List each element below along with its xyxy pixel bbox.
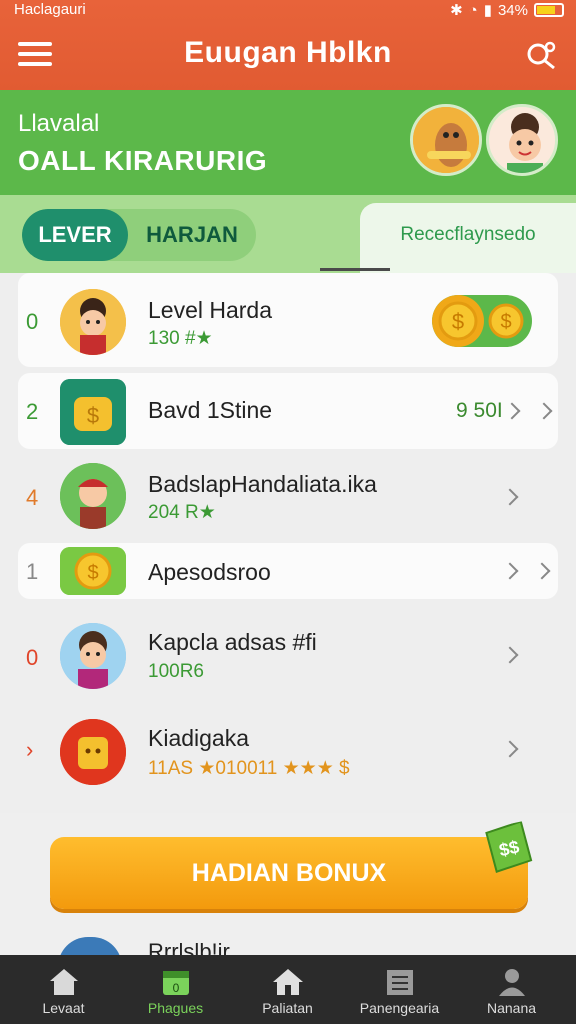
rank-label: › bbox=[26, 737, 34, 762]
svg-text:$: $ bbox=[87, 403, 99, 428]
item-stats: 11AS ★010011 ★★★ $ bbox=[148, 758, 350, 779]
nav-label: Levaat bbox=[42, 1000, 85, 1016]
item-name: Bavd 1Stine bbox=[148, 397, 273, 423]
signal-icon: ▮ bbox=[483, 2, 492, 19]
house-icon bbox=[273, 969, 303, 995]
list-item[interactable]: 2 $ Bavd 1Stine 9 50I bbox=[18, 373, 558, 449]
bonus-section: HADIAN BONUX $$ Rrrlslb!ir bbox=[0, 813, 576, 967]
tab-harjan[interactable]: HARJAN bbox=[128, 209, 256, 261]
svg-text:$: $ bbox=[500, 311, 511, 333]
item-name: Kapcla adsas #fi bbox=[148, 629, 317, 655]
search-button[interactable] bbox=[524, 38, 560, 74]
nav-label: Panengearia bbox=[359, 1000, 440, 1016]
treasure-icon bbox=[60, 719, 126, 785]
money-bag-icon: $ bbox=[60, 379, 126, 445]
list-item[interactable]: 0 Kapcla adsas #fi 100R6 bbox=[18, 613, 558, 699]
svg-text:$$: $$ bbox=[497, 837, 521, 861]
item-name: Level Harda bbox=[148, 297, 273, 323]
tab-indicator bbox=[320, 268, 390, 271]
chevron-right-icon[interactable] bbox=[533, 562, 551, 580]
leaderboard-list: 0 Level Harda 130 #★ $ $ 2 $ Bavd 1Stine… bbox=[0, 273, 576, 813]
nav-levaat[interactable]: Levaat bbox=[6, 955, 121, 1024]
item-name: Apesodsroo bbox=[148, 559, 271, 585]
tab-row: LEVER HARJAN Rececflaynsedo bbox=[0, 195, 576, 273]
nav-label: Phagues bbox=[147, 1000, 204, 1016]
ninja-character-icon bbox=[60, 463, 126, 529]
svg-text:$: $ bbox=[87, 562, 98, 584]
chevron-right-icon[interactable] bbox=[535, 402, 553, 420]
app-title: Euugan Hblkn bbox=[184, 36, 392, 69]
nav-paliatan[interactable]: Paliatan bbox=[230, 955, 345, 1024]
mascot-avatar[interactable] bbox=[410, 104, 482, 176]
hero-banner: Llavalal OALL KIRARURIG bbox=[0, 90, 576, 195]
rank-label: 1 bbox=[26, 559, 39, 584]
cash-icon: $$ bbox=[485, 820, 533, 873]
list-item[interactable]: 4 BadslapHandaliata.ika 204 R★ bbox=[18, 457, 558, 541]
battery-percent: 34% bbox=[497, 1, 528, 19]
item-score: 9 50I bbox=[456, 399, 503, 422]
mascot-icon bbox=[413, 107, 479, 173]
nav-label: Nanana bbox=[486, 1000, 537, 1016]
wifi-icon: ◔ bbox=[468, 1, 478, 19]
user-avatar[interactable] bbox=[486, 104, 558, 176]
nav-panengearia[interactable]: Panengearia bbox=[342, 955, 457, 1024]
segmented-control: LEVER HARJAN bbox=[22, 209, 256, 261]
calendar-icon: 0 bbox=[163, 971, 189, 995]
chevron-right-icon bbox=[501, 562, 519, 580]
chevron-right-icon[interactable] bbox=[501, 740, 519, 758]
rank-label: 2 bbox=[26, 399, 39, 424]
item-stats: 100R6 bbox=[148, 661, 204, 682]
coin-icon: $ bbox=[60, 547, 126, 595]
hero-title: OALL KIRARURIG bbox=[18, 145, 268, 176]
tab-lever[interactable]: LEVER bbox=[22, 209, 128, 261]
search-icon bbox=[527, 41, 556, 70]
app-bar: Euugan Hblkn bbox=[0, 28, 576, 84]
chevron-right-icon[interactable] bbox=[501, 488, 519, 506]
boy-character-icon bbox=[60, 623, 126, 689]
item-name: BadslapHandaliata.ika bbox=[148, 471, 377, 497]
list-item[interactable]: 1 $ Apesodsroo bbox=[18, 543, 558, 599]
girl-character-icon bbox=[60, 289, 126, 355]
chevron-right-icon[interactable] bbox=[501, 646, 519, 664]
nav-phagues[interactable]: 0 Phagues bbox=[118, 955, 233, 1024]
list-item[interactable]: 0 Level Harda 130 #★ $ $ bbox=[18, 273, 558, 367]
bluetooth-icon: ✱ bbox=[450, 2, 463, 19]
bonus-button[interactable]: HADIAN BONUX bbox=[50, 837, 528, 909]
status-icons: ✱ ◔ ▮ 34% bbox=[450, 1, 564, 19]
item-name: Kiadigaka bbox=[148, 725, 250, 751]
svg-text:$: $ bbox=[452, 309, 464, 334]
svg-text:0: 0 bbox=[173, 981, 180, 995]
carrier-label: Haclagauri bbox=[14, 1, 86, 18]
bonus-badge: $$ bbox=[480, 820, 535, 876]
hero-subtitle: Llavalal bbox=[18, 110, 100, 137]
nav-label: Paliatan bbox=[262, 1000, 313, 1016]
coin-toggle[interactable]: $ $ bbox=[432, 295, 532, 347]
list-item[interactable]: › Kiadigaka 11AS ★010011 ★★★ $ bbox=[18, 709, 558, 795]
book-icon bbox=[387, 970, 413, 995]
tab-recent[interactable]: Rececflaynsedo bbox=[360, 203, 576, 273]
status-bar: Haclagauri ✱ ◔ ▮ 34% bbox=[0, 0, 576, 22]
bottom-nav: Levaat 0 Phagues Paliatan Panengearia Na… bbox=[0, 955, 576, 1024]
chevron-right-icon bbox=[503, 402, 521, 420]
item-stats: 204 R★ bbox=[148, 502, 216, 523]
rank-label: 0 bbox=[26, 645, 39, 670]
battery-icon bbox=[534, 3, 564, 17]
rank-label: 0 bbox=[26, 309, 39, 334]
nav-nanana[interactable]: Nanana bbox=[454, 955, 569, 1024]
girl-avatar-icon bbox=[489, 107, 555, 173]
rank-label: 4 bbox=[26, 485, 39, 510]
item-stats: 130 #★ bbox=[148, 328, 213, 349]
header: Haclagauri ✱ ◔ ▮ 34% Euugan Hblkn bbox=[0, 0, 576, 90]
profile-icon bbox=[499, 969, 525, 996]
dollar-coins-icon: $ $ bbox=[438, 301, 524, 341]
home-icon bbox=[50, 969, 78, 995]
